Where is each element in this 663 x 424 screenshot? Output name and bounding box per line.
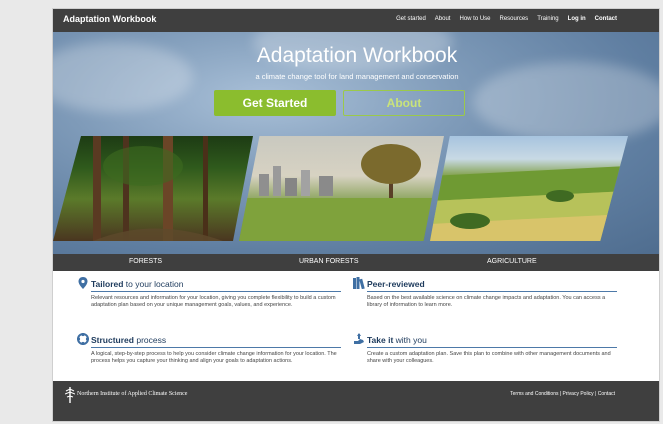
- get-started-button[interactable]: Get Started: [214, 90, 336, 116]
- main-nav: Get started About How to Use Resources T…: [396, 16, 617, 22]
- hand-icon: [354, 333, 364, 344]
- forest-scene: [93, 136, 223, 241]
- browser-viewport: Adaptation Workbook Get started About Ho…: [52, 8, 660, 422]
- category-urban-forests[interactable]: URBAN FORESTS: [299, 258, 359, 265]
- feature-text: Relevant resources and information for y…: [91, 295, 336, 308]
- nav-get-started[interactable]: Get started: [396, 16, 426, 22]
- nav-contact[interactable]: Contact: [595, 16, 617, 22]
- feature-text: A logical, step-by-step process to help …: [91, 351, 337, 364]
- farmland-scene: [430, 166, 628, 241]
- urban-forests-image[interactable]: [239, 136, 444, 241]
- agriculture-image[interactable]: [430, 136, 628, 241]
- nav-log-in[interactable]: Log in: [568, 16, 586, 22]
- about-button[interactable]: About: [343, 90, 465, 116]
- feature-text: Create a custom adaptation plan. Save th…: [367, 351, 611, 364]
- feature-text: Based on the best available science on c…: [367, 295, 606, 308]
- site-brand[interactable]: Adaptation Workbook: [63, 14, 156, 24]
- divider: [91, 291, 341, 292]
- nav-about[interactable]: About: [435, 16, 451, 22]
- hero-title: Adaptation Workbook: [256, 44, 458, 67]
- nav-resources[interactable]: Resources: [500, 16, 529, 22]
- feature-title: Tailored to your location: [91, 279, 184, 289]
- forests-image[interactable]: [53, 136, 253, 241]
- hero-subtitle: a climate change tool for land managemen…: [255, 72, 459, 81]
- map-pin-icon: [78, 277, 88, 289]
- divider: [367, 291, 617, 292]
- nav-training[interactable]: Training: [537, 16, 558, 22]
- category-bar: FORESTS URBAN FORESTS AGRICULTURE: [53, 254, 659, 271]
- hero-banner: Adaptation Workbook a climate change too…: [53, 32, 659, 254]
- urban-park-scene: [239, 144, 444, 241]
- feature-title: Take it with you: [367, 335, 427, 345]
- divider: [367, 347, 617, 348]
- footer-links[interactable]: Terms and Conditions | Privacy Policy | …: [510, 391, 615, 397]
- site-footer: Northern Institute of Applied Climate Sc…: [53, 381, 659, 421]
- process-icon: [77, 333, 89, 345]
- books-icon: [353, 277, 365, 289]
- category-forests[interactable]: FORESTS: [129, 258, 162, 265]
- tree-logo-icon: [65, 387, 75, 403]
- organization-name[interactable]: Northern Institute of Applied Climate Sc…: [77, 391, 187, 397]
- divider: [91, 347, 341, 348]
- feature-title: Structured process: [91, 335, 167, 345]
- nav-how-to-use[interactable]: How to Use: [459, 16, 490, 22]
- feature-title: Peer-reviewed: [367, 279, 425, 289]
- top-navigation-bar: Adaptation Workbook Get started About Ho…: [53, 9, 659, 32]
- category-agriculture[interactable]: AGRICULTURE: [487, 258, 537, 265]
